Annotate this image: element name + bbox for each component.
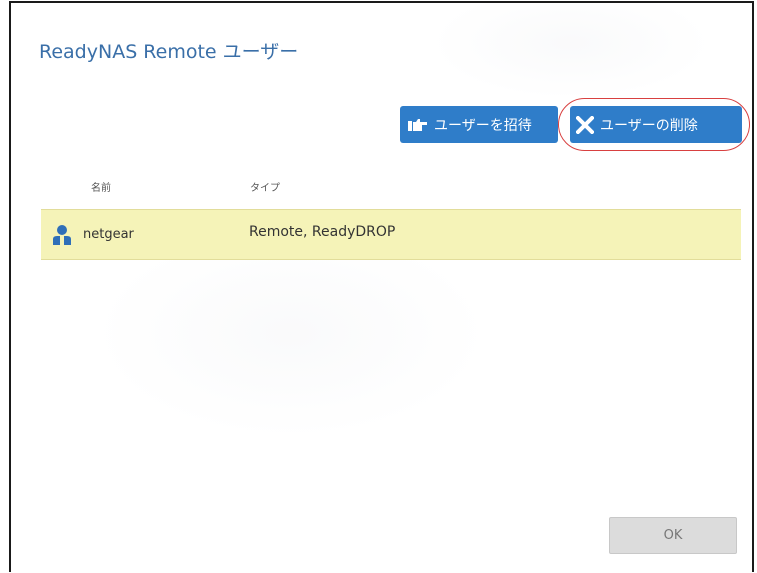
dialog-title: ReadyNAS Remote ユーザー bbox=[39, 41, 299, 63]
delete-user-label: ユーザーの削除 bbox=[600, 117, 698, 134]
delete-user-button[interactable]: ユーザーの削除 bbox=[570, 106, 742, 143]
dialog-window: ReadyNAS Remote ユーザー ユーザーを招待 ユーザーの削除 名前 … bbox=[9, 1, 754, 572]
column-header-name: 名前 bbox=[91, 183, 111, 194]
ok-button[interactable]: OK bbox=[609, 517, 737, 554]
user-icon bbox=[52, 224, 72, 246]
user-name-cell: netgear bbox=[83, 227, 134, 242]
user-type-cell: Remote, ReadyDROP bbox=[249, 224, 396, 240]
invite-user-button[interactable]: ユーザーを招待 bbox=[400, 106, 558, 143]
background-haze bbox=[11, 3, 752, 572]
column-header-type: タイプ bbox=[250, 183, 280, 194]
table-row[interactable]: netgear Remote, ReadyDROP bbox=[41, 209, 741, 260]
invite-user-label: ユーザーを招待 bbox=[434, 117, 532, 134]
hand-pointing-icon bbox=[408, 118, 428, 132]
x-icon bbox=[576, 115, 594, 134]
